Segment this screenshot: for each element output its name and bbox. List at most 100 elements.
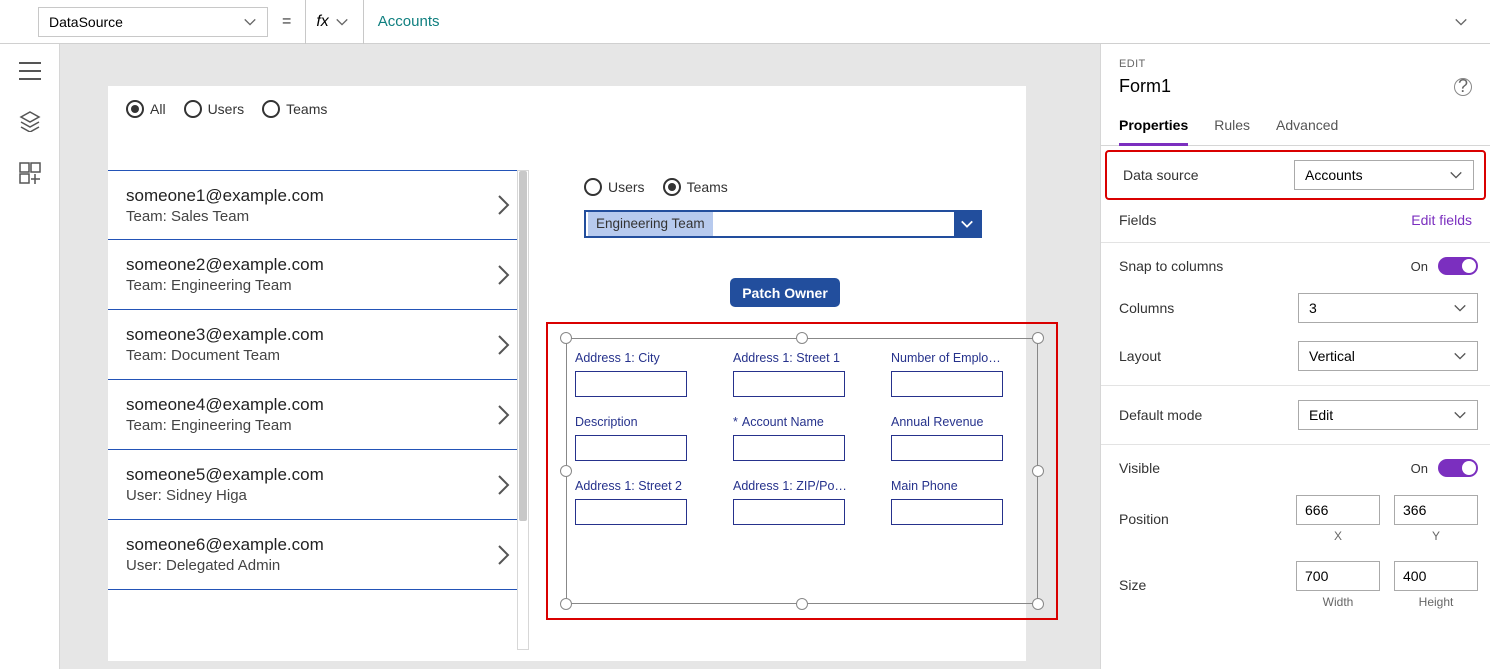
list-item[interactable]: someone2@example.comTeam: Engineering Te… [108, 240, 529, 310]
chevron-down-icon [1453, 408, 1467, 422]
resize-handle[interactable] [1032, 598, 1044, 610]
chevron-right-icon [497, 474, 511, 496]
scrollbar[interactable] [517, 170, 529, 650]
form1[interactable]: Address 1: City Address 1: Street 1 Numb… [566, 338, 1038, 604]
properties-panel: EDIT Form1 ? Properties Rules Advanced D… [1100, 44, 1490, 669]
chevron-right-icon [497, 544, 511, 566]
form1-selection-highlight: Address 1: City Address 1: Street 1 Numb… [546, 322, 1058, 620]
prop-label: Snap to columns [1119, 258, 1223, 274]
chevron-right-icon [497, 194, 511, 216]
text-input[interactable] [575, 499, 687, 525]
data-source-highlight: Data source Accounts [1105, 150, 1486, 200]
visible-toggle[interactable] [1438, 459, 1478, 477]
team-combobox[interactable]: Engineering Team [584, 210, 982, 238]
equals-sign: = [268, 13, 305, 31]
resize-handle[interactable] [560, 332, 572, 344]
radio-owner-users[interactable]: Users [584, 178, 645, 196]
filter-radio-group: All Users Teams [126, 100, 327, 118]
radio-users[interactable]: Users [184, 100, 245, 118]
chevron-down-icon [335, 15, 349, 29]
accounts-gallery: someone1@example.comTeam: Sales Team som… [108, 170, 529, 650]
radio-teams[interactable]: Teams [262, 100, 327, 118]
snap-toggle[interactable] [1438, 257, 1478, 275]
tab-rules[interactable]: Rules [1214, 111, 1250, 146]
text-input[interactable] [733, 371, 845, 397]
property-selector[interactable]: DataSource [38, 7, 268, 37]
prop-label: Fields [1119, 212, 1156, 228]
prop-label: Data source [1123, 167, 1198, 183]
patch-owner-button[interactable]: Patch Owner [730, 278, 840, 307]
position-x-input[interactable] [1296, 495, 1380, 525]
text-input[interactable] [575, 371, 687, 397]
list-item[interactable]: someone3@example.comTeam: Document Team [108, 310, 529, 380]
columns-dropdown[interactable]: 3 [1298, 293, 1478, 323]
form-field: Description [575, 415, 713, 461]
text-input[interactable] [733, 499, 845, 525]
resize-handle[interactable] [796, 332, 808, 344]
default-mode-dropdown[interactable]: Edit [1298, 400, 1478, 430]
size-height-input[interactable] [1394, 561, 1478, 591]
fx-button[interactable]: fx [305, 0, 363, 44]
hamburger-icon[interactable] [19, 62, 41, 80]
chevron-right-icon [497, 264, 511, 286]
list-item[interactable]: someone4@example.comTeam: Engineering Te… [108, 380, 529, 450]
form-field: Annual Revenue [891, 415, 1029, 461]
size-width-input[interactable] [1296, 561, 1380, 591]
prop-label: Default mode [1119, 407, 1202, 423]
form-field: *Account Name [733, 415, 871, 461]
form-field: Main Phone [891, 479, 1029, 525]
chevron-down-icon [1454, 15, 1468, 29]
chevron-down-icon [954, 212, 980, 236]
list-item[interactable]: someone6@example.comUser: Delegated Admi… [108, 520, 529, 590]
list-item[interactable]: someone1@example.comTeam: Sales Team [108, 170, 529, 240]
list-item[interactable]: someone5@example.comUser: Sidney Higa [108, 450, 529, 520]
left-nav-rail [0, 44, 60, 669]
resize-handle[interactable] [796, 598, 808, 610]
help-icon[interactable]: ? [1454, 78, 1472, 96]
radio-all[interactable]: All [126, 100, 166, 118]
app-screen: All Users Teams someone1@example.comTeam… [108, 86, 1026, 661]
insert-icon[interactable] [19, 162, 41, 184]
position-y-input[interactable] [1394, 495, 1478, 525]
chevron-right-icon [497, 404, 511, 426]
prop-label: Columns [1119, 300, 1174, 316]
text-input[interactable] [733, 435, 845, 461]
combobox-value: Engineering Team [588, 212, 713, 236]
panel-tabs: Properties Rules Advanced [1101, 111, 1490, 146]
component-name: Form1 [1119, 76, 1171, 97]
form-field: Address 1: ZIP/Po… [733, 479, 871, 525]
tab-advanced[interactable]: Advanced [1276, 111, 1338, 146]
resize-handle[interactable] [560, 465, 572, 477]
fx-label: fx [316, 13, 328, 31]
form-field: Address 1: City [575, 351, 713, 397]
prop-label: Visible [1119, 460, 1160, 476]
formula-bar: DataSource = fx Accounts [0, 0, 1490, 44]
text-input[interactable] [891, 499, 1003, 525]
chevron-right-icon [497, 334, 511, 356]
edit-fields-link[interactable]: Edit fields [1411, 212, 1472, 228]
chevron-down-icon [1453, 349, 1467, 363]
text-input[interactable] [891, 371, 1003, 397]
formula-expression: Accounts [378, 13, 440, 30]
form-field: Address 1: Street 1 [733, 351, 871, 397]
text-input[interactable] [575, 435, 687, 461]
form-fields-grid: Address 1: City Address 1: Street 1 Numb… [575, 351, 1029, 525]
owner-radio-group: Users Teams [584, 178, 728, 196]
resize-handle[interactable] [560, 598, 572, 610]
chevron-down-icon [243, 15, 257, 29]
data-source-dropdown[interactable]: Accounts [1294, 160, 1474, 190]
radio-owner-teams[interactable]: Teams [663, 178, 728, 196]
text-input[interactable] [891, 435, 1003, 461]
form-field: Number of Emplo… [891, 351, 1029, 397]
layers-icon[interactable] [19, 110, 41, 132]
chevron-down-icon [1449, 168, 1463, 182]
tab-properties[interactable]: Properties [1119, 111, 1188, 146]
resize-handle[interactable] [1032, 332, 1044, 344]
resize-handle[interactable] [1032, 465, 1044, 477]
layout-dropdown[interactable]: Vertical [1298, 341, 1478, 371]
prop-label: Size [1119, 577, 1146, 593]
formula-input[interactable]: Accounts [364, 0, 1482, 44]
chevron-down-icon [1453, 301, 1467, 315]
prop-label: Position [1119, 511, 1169, 527]
panel-mode-label: EDIT [1119, 58, 1472, 70]
